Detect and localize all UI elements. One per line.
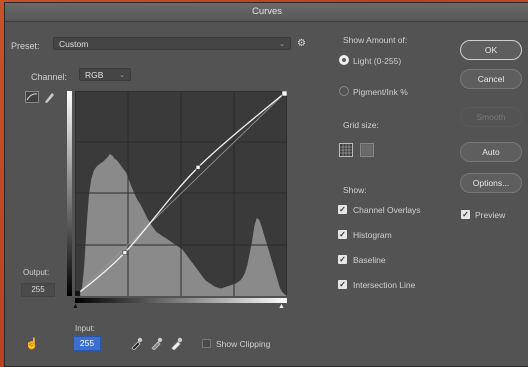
output-gradient-bar bbox=[67, 91, 72, 296]
output-label: Output: bbox=[23, 268, 50, 277]
curve-point-tool-icon[interactable] bbox=[25, 91, 39, 103]
baseline-label: Baseline bbox=[353, 255, 386, 265]
ok-button[interactable]: OK bbox=[460, 40, 522, 60]
curve-graph[interactable] bbox=[75, 91, 287, 296]
curves-dialog: Curves Preset: Custom ⌄ ⚙ Channel: RGB ⌄… bbox=[4, 2, 528, 367]
preview-checkbox[interactable]: ✓ bbox=[461, 210, 470, 219]
intersection-line-label: Intersection Line bbox=[353, 280, 416, 290]
grid-10x10-icon[interactable] bbox=[360, 143, 374, 157]
show-amount-label: Show Amount of: bbox=[343, 35, 408, 45]
channel-value: RGB bbox=[85, 70, 104, 80]
channel-overlays-label: Channel Overlays bbox=[353, 205, 421, 215]
intersection-line-checkbox[interactable]: ✓ bbox=[338, 280, 347, 289]
input-field[interactable]: 255 bbox=[73, 336, 101, 351]
curve-control-point[interactable] bbox=[195, 165, 201, 170]
window-title: Curves bbox=[5, 3, 528, 22]
grid-4x4-icon[interactable] bbox=[339, 143, 353, 157]
preview-label: Preview bbox=[475, 210, 506, 220]
curve-control-point[interactable] bbox=[122, 250, 128, 255]
light-radio[interactable] bbox=[339, 55, 349, 65]
preset-options-icon[interactable]: ⚙ bbox=[297, 38, 306, 49]
channel-select[interactable]: RGB ⌄ bbox=[79, 68, 131, 81]
black-point-slider[interactable]: ▲ bbox=[72, 303, 79, 310]
preset-select[interactable]: Custom ⌄ bbox=[53, 37, 291, 50]
chevron-down-icon: ⌄ bbox=[119, 72, 125, 79]
histogram-checkbox[interactable]: ✓ bbox=[338, 230, 347, 239]
curve-control-point[interactable] bbox=[281, 91, 287, 97]
auto-button[interactable]: Auto bbox=[460, 142, 522, 162]
grid-size-label: Grid size: bbox=[343, 120, 379, 130]
input-gradient-bar bbox=[75, 298, 287, 303]
target-adjust-hand-icon[interactable]: ☝ bbox=[25, 337, 39, 350]
channel-overlays-checkbox[interactable]: ✓ bbox=[338, 205, 347, 214]
preset-label: Preset: bbox=[11, 41, 40, 51]
show-label: Show: bbox=[343, 185, 367, 195]
pigment-radio[interactable] bbox=[339, 86, 349, 96]
chevron-down-icon: ⌄ bbox=[279, 41, 285, 48]
baseline-checkbox[interactable]: ✓ bbox=[338, 255, 347, 264]
options-button[interactable]: Options... bbox=[460, 173, 522, 193]
white-point-slider[interactable]: ▲ bbox=[278, 303, 285, 310]
white-eyedropper-icon bbox=[171, 337, 183, 350]
pencil-tool-icon[interactable] bbox=[43, 90, 55, 104]
output-field[interactable]: 255 bbox=[21, 283, 55, 297]
input-label: Input: bbox=[75, 324, 96, 333]
cancel-button[interactable]: Cancel bbox=[460, 69, 522, 89]
black-eyedropper-icon bbox=[131, 337, 143, 350]
channel-label: Channel: bbox=[31, 72, 68, 82]
show-clipping-label: Show Clipping bbox=[216, 339, 271, 349]
curve-control-point[interactable] bbox=[75, 290, 81, 296]
light-option-label: Light (0-255) bbox=[353, 56, 402, 66]
smooth-button[interactable]: Smooth bbox=[460, 107, 522, 127]
histogram-label: Histogram bbox=[353, 230, 392, 240]
eyedropper-group bbox=[131, 337, 183, 350]
preset-value: Custom bbox=[59, 39, 89, 49]
show-clipping-checkbox[interactable] bbox=[202, 339, 211, 348]
gray-eyedropper-icon bbox=[151, 337, 163, 350]
pigment-option-label: Pigment/Ink % bbox=[353, 87, 408, 97]
